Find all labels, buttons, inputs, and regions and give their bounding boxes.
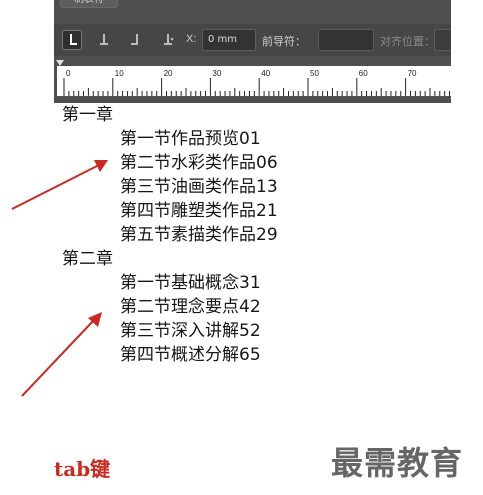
tab-key-caption: tab键 <box>54 457 111 481</box>
annotation-arrow-2 <box>21 312 102 397</box>
annotation-arrow-1 <box>11 160 108 210</box>
annotation-arrows <box>11 160 108 397</box>
watermark-logo: 最需教育 <box>331 444 464 482</box>
